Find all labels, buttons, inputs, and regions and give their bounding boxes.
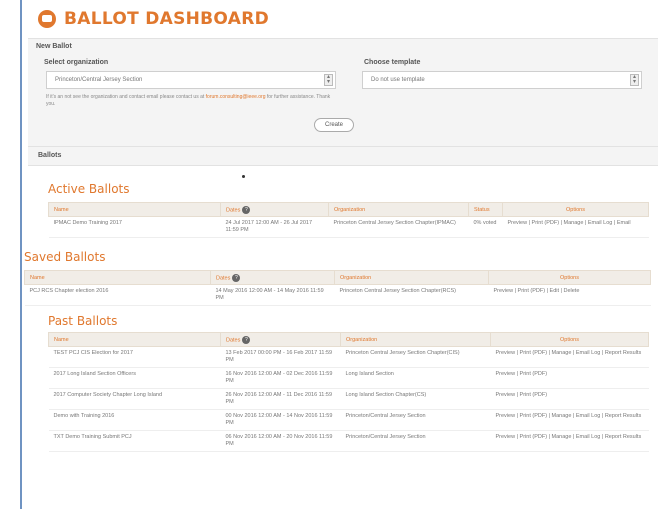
table-row: 2017 Computer Society Chapter Long Islan…	[48, 388, 649, 410]
col-name[interactable]: Name	[48, 332, 221, 347]
ballot-organization: Princeton Central Jersey Section Chapter…	[340, 346, 491, 368]
support-email-link[interactable]: forum.consulting@ieee.org	[206, 94, 266, 100]
col-organization[interactable]: Organization	[340, 332, 491, 347]
ballot-box-icon	[38, 10, 56, 28]
col-name[interactable]: Name	[48, 202, 221, 217]
new-ballot-title: New Ballot	[36, 43, 72, 50]
select-arrows-icon: ▴ ▾	[324, 74, 333, 86]
ballot-name: TXT Demo Training Submit PCJ	[48, 430, 221, 452]
template-select[interactable]: Do not use template ▴ ▾	[362, 71, 642, 89]
ballot-name: 2017 Long Island Section Officers	[48, 367, 221, 389]
organization-select[interactable]: Princeton/Central Jersey Section ▴ ▾	[46, 71, 336, 89]
table-row: 2017 Long Island Section Officers 16 Nov…	[48, 367, 649, 389]
col-options: Options	[502, 202, 649, 217]
table-row: Demo with Training 2016 00 Nov 2016 12:0…	[48, 409, 649, 431]
ballot-options[interactable]: Preview | Print (PDF) | Manage | Email L…	[502, 216, 649, 238]
info-icon[interactable]: ?	[242, 335, 251, 344]
col-name[interactable]: Name	[24, 270, 211, 285]
ballot-organization: Long Island Section Chapter(CS)	[340, 388, 491, 410]
org-note-text: If it's an not see the organization and …	[46, 94, 205, 100]
saved-ballots-table: Name Dates? Organization Options PCJ RCS…	[24, 270, 651, 306]
past-ballots-title: Past Ballots	[48, 314, 118, 328]
past-ballots-table: Name Dates? Organization Options TEST PC…	[48, 332, 649, 452]
select-arrows-icon: ▴ ▾	[630, 74, 639, 86]
table-row: IPMAC Demo Training 2017 24 Jul 2017 12:…	[48, 216, 649, 238]
col-organization[interactable]: Organization	[328, 202, 469, 217]
ballot-dates: 16 Nov 2016 12:00 AM - 02 Dec 2016 11:59…	[220, 367, 341, 389]
ballot-organization: Princeton Central Jersey Section Chapter…	[334, 284, 489, 306]
ballot-status: 0% voted	[468, 216, 503, 238]
ballot-name: IPMAC Demo Training 2017	[48, 216, 221, 238]
table-row: TEST PCJ CIS Election for 2017 13 Feb 20…	[48, 346, 649, 368]
active-ballots-table: Name Dates? Organization Status Options …	[48, 202, 649, 238]
ballot-dates: 24 Jul 2017 12:00 AM - 26 Jul 2017 11:59…	[220, 216, 329, 238]
col-dates[interactable]: Dates?	[220, 332, 341, 347]
create-button[interactable]: Create	[314, 118, 354, 132]
ballot-dates: 00 Nov 2016 12:00 AM - 14 Nov 2016 11:59…	[220, 409, 341, 431]
template-label: Choose template	[364, 59, 421, 66]
ballot-dates: 06 Nov 2016 12:00 AM - 20 Nov 2016 11:59…	[220, 430, 341, 452]
col-dates[interactable]: Dates?	[210, 270, 335, 285]
info-icon[interactable]: ?	[242, 205, 251, 214]
ballot-options[interactable]: Preview | Print (PDF)	[490, 367, 649, 389]
ballot-dates: 14 May 2016 12:00 AM - 14 May 2016 11:59…	[210, 284, 335, 306]
saved-ballots-title: Saved Ballots	[24, 250, 106, 264]
ballot-options[interactable]: Preview | Print (PDF) | Manage | Email L…	[490, 346, 649, 368]
ballot-organization: Princeton/Central Jersey Section	[340, 430, 491, 452]
ballot-options[interactable]: Preview | Print (PDF) | Manage | Email L…	[490, 409, 649, 431]
ballot-name: TEST PCJ CIS Election for 2017	[48, 346, 221, 368]
ballot-organization: Princeton Central Jersey Section Chapter…	[328, 216, 469, 238]
organization-select-value: Princeton/Central Jersey Section	[55, 77, 143, 83]
ballot-options[interactable]: Preview | Print (PDF) | Manage | Email L…	[490, 430, 649, 452]
ballot-dates: 13 Feb 2017 00:00 PM - 16 Feb 2017 11:59…	[220, 346, 341, 368]
ballot-options[interactable]: Preview | Print (PDF) | Edit | Delete	[488, 284, 651, 306]
info-icon[interactable]: ?	[232, 273, 241, 282]
ballots-bar: Ballots	[28, 146, 658, 166]
col-options: Options	[490, 332, 649, 347]
dashboard-frame: BALLOT DASHBOARD New Ballot Select organ…	[20, 0, 662, 509]
table-row: TXT Demo Training Submit PCJ 06 Nov 2016…	[48, 430, 649, 452]
col-organization[interactable]: Organization	[334, 270, 489, 285]
col-dates[interactable]: Dates?	[220, 202, 329, 217]
ballot-options[interactable]: Preview | Print (PDF)	[490, 388, 649, 410]
ballot-name: 2017 Computer Society Chapter Long Islan…	[48, 388, 221, 410]
page-title: BALLOT DASHBOARD	[64, 9, 269, 29]
ballot-name: Demo with Training 2016	[48, 409, 221, 431]
table-row: PCJ RCS Chapter election 2016 14 May 201…	[24, 284, 651, 306]
header: BALLOT DASHBOARD	[22, 0, 662, 38]
template-select-value: Do not use template	[371, 77, 425, 83]
org-note: If it's an not see the organization and …	[46, 94, 336, 108]
cursor-dot	[242, 175, 245, 178]
col-status[interactable]: Status	[468, 202, 503, 217]
ballot-name: PCJ RCS Chapter election 2016	[24, 284, 211, 306]
col-options: Options	[488, 270, 651, 285]
ballot-dates: 26 Nov 2016 12:00 AM - 11 Dec 2016 11:59…	[220, 388, 341, 410]
active-ballots-title: Active Ballots	[48, 182, 130, 196]
ballot-organization: Princeton/Central Jersey Section	[340, 409, 491, 431]
ballot-organization: Long Island Section	[340, 367, 491, 389]
org-label: Select organization	[44, 59, 109, 66]
